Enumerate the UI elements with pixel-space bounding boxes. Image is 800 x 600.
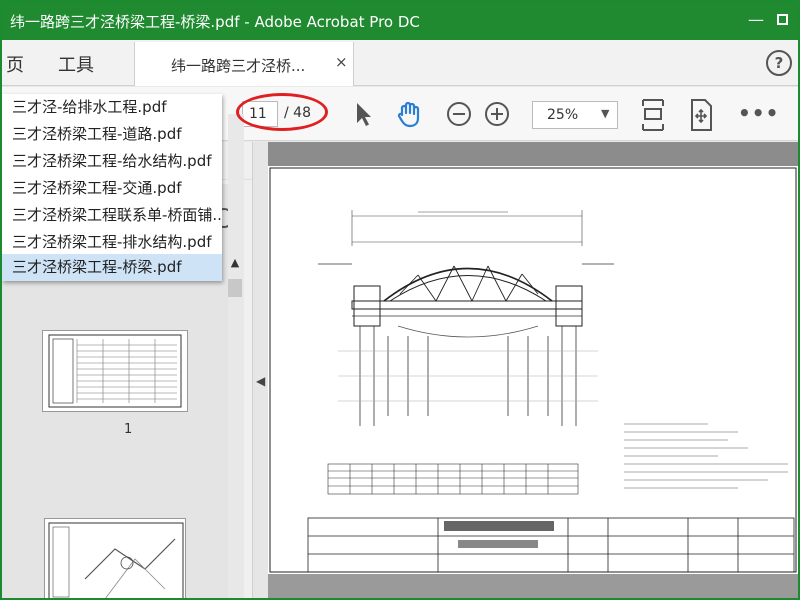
file-item[interactable]: 三才泾-给排水工程.pdf: [2, 94, 222, 121]
page-number-input[interactable]: 11: [242, 101, 278, 127]
zoom-in-icon[interactable]: [482, 99, 512, 129]
minimize-button[interactable]: —: [744, 8, 768, 32]
pdf-page: [268, 166, 798, 574]
open-files-dropdown: 三才泾-给排水工程.pdf 三才泾桥梁工程-道路.pdf 三才泾桥梁工程-给水结…: [2, 94, 222, 281]
zoom-value: 25%: [547, 107, 579, 123]
zoom-out-icon[interactable]: [444, 99, 474, 129]
file-item[interactable]: 三才泾桥梁工程-给水结构.pdf: [2, 148, 222, 175]
file-item[interactable]: 三才泾桥梁工程-道路.pdf: [2, 121, 222, 148]
title-bar: 纬一路跨三才泾桥梁工程-桥梁.pdf - Adobe Acrobat Pro D…: [2, 2, 798, 40]
window-title: 纬一路跨三才泾桥梁工程-桥梁.pdf - Adobe Acrobat Pro D…: [10, 13, 420, 31]
maximize-icon: [776, 14, 788, 25]
tab-bar: 页 工具 纬一路跨三才泾桥... × ?: [2, 40, 798, 86]
document-tab[interactable]: 纬一路跨三才泾桥... ×: [134, 42, 354, 86]
fit-page-icon[interactable]: [638, 97, 668, 133]
bridge-drawing: [269, 167, 797, 573]
file-item[interactable]: 三才泾桥梁工程-交通.pdf: [2, 175, 222, 202]
page-thumbnail-1[interactable]: [42, 330, 188, 412]
thumbnail-scrollbar[interactable]: [228, 114, 244, 598]
close-tab-button[interactable]: ×: [335, 53, 348, 71]
file-item[interactable]: 三才泾桥梁工程-排水结构.pdf: [2, 229, 222, 256]
panel-splitter[interactable]: ◀: [252, 142, 268, 598]
thumbnail-table-drawing: [48, 334, 182, 408]
acrobat-window: 纬一路跨三才泾桥梁工程-桥梁.pdf - Adobe Acrobat Pro D…: [0, 0, 800, 600]
page-thumbnail-2[interactable]: [44, 518, 186, 598]
tab-tools[interactable]: 工具: [58, 51, 94, 77]
document-viewport-bottom: [268, 574, 798, 598]
hand-icon[interactable]: [394, 99, 424, 129]
maximize-button[interactable]: [770, 8, 794, 32]
page-total: / 48: [284, 105, 311, 121]
tab-home[interactable]: 页: [6, 51, 24, 77]
chevron-up-icon[interactable]: ▲: [226, 256, 244, 274]
file-item[interactable]: 三才泾桥梁工程联系单-桥面铺...: [2, 202, 222, 229]
thumbnail-page-number: 1: [124, 422, 133, 437]
zoom-select[interactable]: 25% ▼: [532, 101, 618, 129]
chevron-down-icon: ▼: [601, 107, 610, 120]
full-screen-icon[interactable]: [686, 97, 716, 133]
document-tab-label: 纬一路跨三才泾桥...: [171, 57, 306, 75]
help-button[interactable]: ?: [766, 50, 792, 76]
select-arrow-icon[interactable]: [348, 99, 378, 129]
thumbnail-map-drawing: [48, 522, 184, 598]
scrollbar-thumb[interactable]: [228, 279, 242, 297]
more-icon[interactable]: •••: [738, 101, 779, 125]
file-item-selected[interactable]: 三才泾桥梁工程-桥梁.pdf: [2, 254, 222, 281]
collapse-panel-icon[interactable]: ◀: [256, 374, 265, 388]
